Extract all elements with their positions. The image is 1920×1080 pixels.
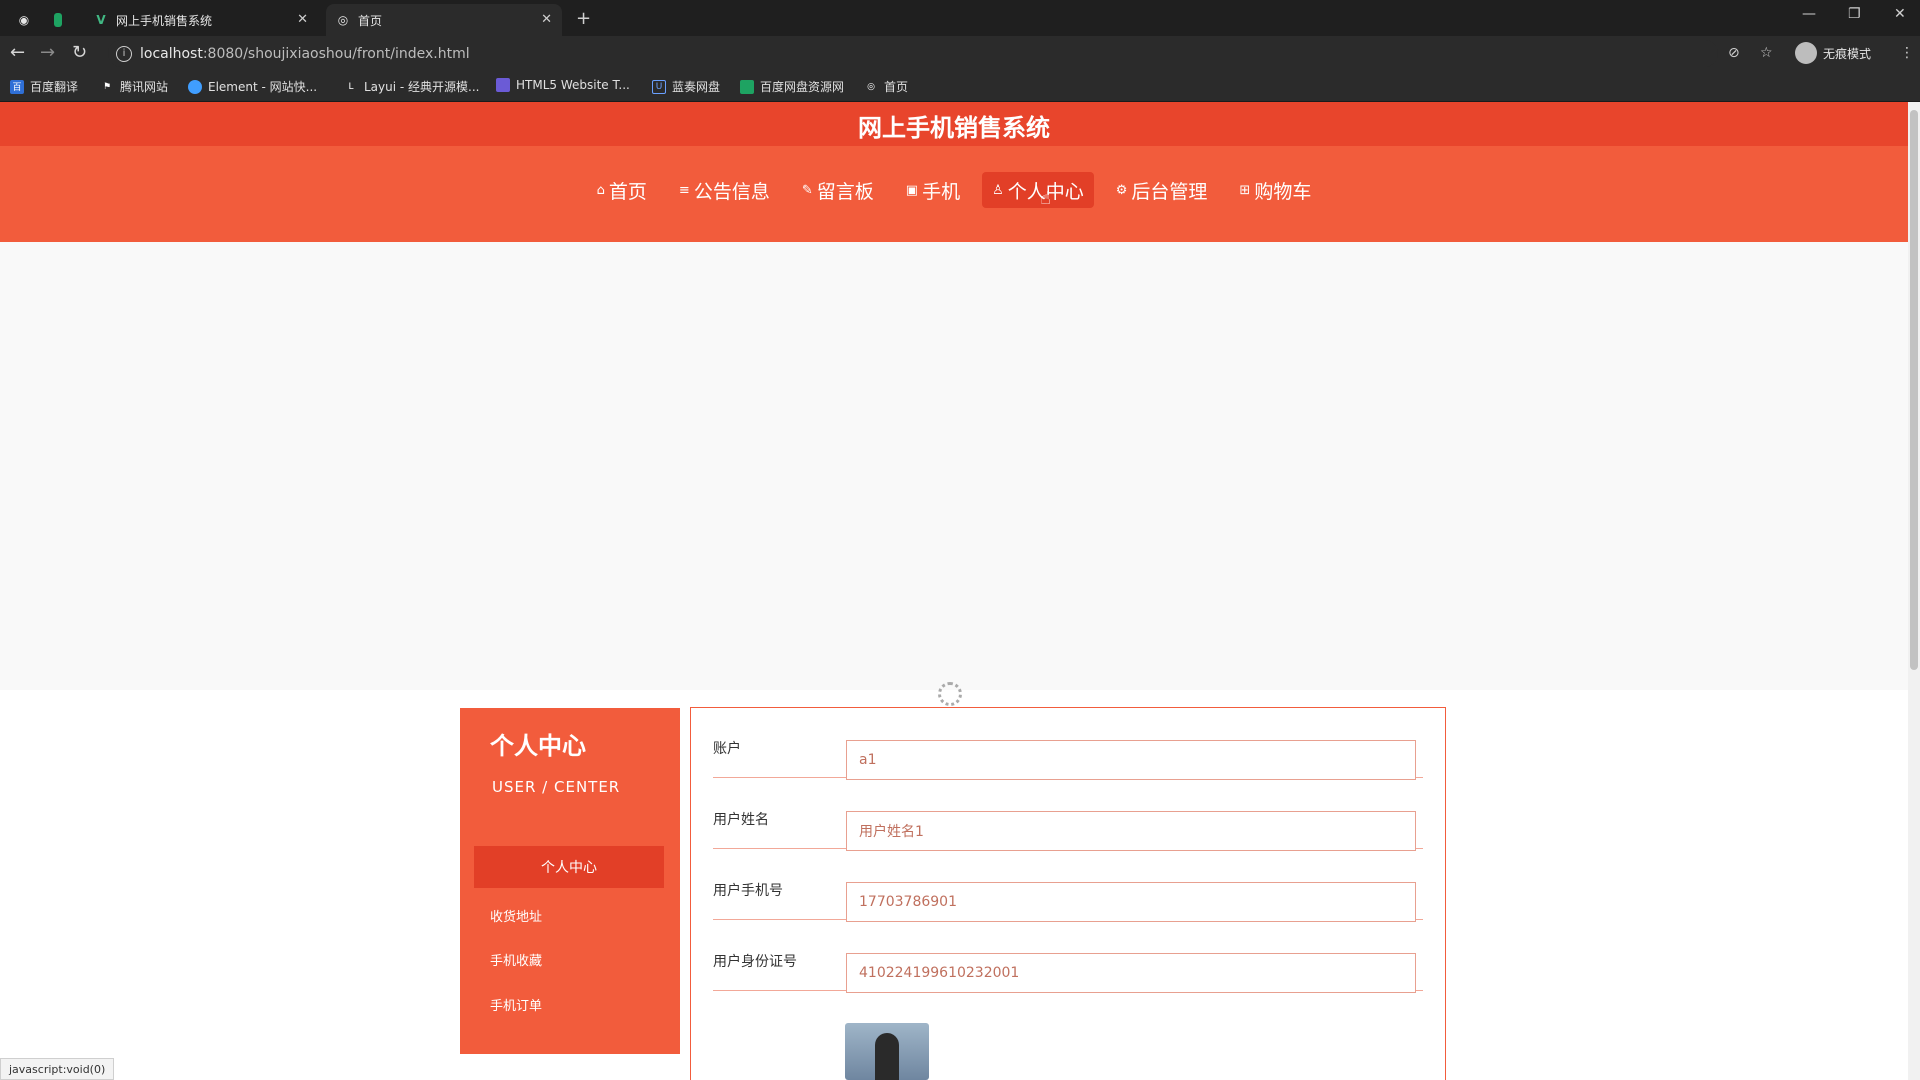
status-bar: javascript:void(0) [0,1058,115,1080]
bookmark-item[interactable]: U 蓝奏网盘 [652,78,720,95]
tab-system[interactable]: V 网上手机销售系统 ✕ [84,4,318,36]
form-row-account: 账户 [713,708,1423,780]
nav-user-center[interactable]: ♙ 个人中心 [982,172,1094,208]
globe-icon: ◎ [867,81,875,92]
profile-form: 账户 用户姓名 用户手机号 用户身份证号 [690,707,1446,1080]
main-nav: ⌂ 首页 ≡ 公告信息 ✎ 留言板 ▣ 手机 ♙ 个人中心 ⚙ 后台管理 ⊞ 购物车 [0,172,1908,208]
id-card-label: 用户身份证号 [713,954,797,970]
forward-icon[interactable]: → [40,42,55,63]
form-row-id-card: 用户身份证号 [713,921,1423,993]
user-icon: ♙ [992,182,1004,198]
account-label: 账户 [713,741,741,757]
nav-message-board[interactable]: ✎ 留言板 [792,172,884,208]
profile-label: 无痕模式 [1823,46,1872,61]
site-info-icon[interactable]: i [116,45,132,62]
browser-menu-icon[interactable]: ◉ [8,4,48,36]
list-icon: ≡ [678,182,690,198]
page-scrollbar[interactable] [1908,102,1920,1080]
star-icon[interactable]: ☆ [1760,45,1773,61]
sidebar-item-favorites[interactable]: 手机收藏 [490,950,542,969]
user-center-sidebar: 个人中心 USER / CENTER 个人中心 收货地址 手机收藏 手机订单 [460,708,680,1054]
close-tab-icon[interactable]: ✕ [541,12,552,27]
sidebar-title: 个人中心 [490,732,586,760]
scrollbar-thumb[interactable] [1910,110,1918,670]
avatar-figure [875,1033,899,1080]
minimize-icon[interactable]: — [1802,6,1816,22]
cart-icon: ⊞ [1239,182,1251,198]
home-icon: ⌂ [596,182,605,198]
phone-icon: ▣ [905,182,919,198]
mouse-pointer-icon: ☝ [1040,188,1051,209]
site-header: 网上手机销售系统 ⌂ 首页 ≡ 公告信息 ✎ 留言板 ▣ 手机 ♙ 个人中心 ⚙ 后台管理 … [0,102,1908,242]
incognito-icon [1795,42,1817,64]
tab-title: 网上手机销售系统 [116,13,213,28]
sheet-icon [740,79,754,94]
phone-label: 用户手机号 [713,883,783,899]
form-row-phone: 用户手机号 [713,850,1423,922]
bookmark-item[interactable]: ⚑ 腾讯网站 [100,78,168,95]
phone-field[interactable] [846,882,1416,922]
cloud-icon: U [652,79,666,94]
bookmark-item[interactable]: HTML5 Website T... [496,78,630,92]
layui-icon: L [348,81,354,92]
address-bar[interactable]: i localhost:8080/shoujixiaoshou/front/in… [108,40,1718,67]
restore-icon[interactable]: ❐ [1848,6,1861,22]
back-icon[interactable]: ← [10,42,25,63]
nav-notice[interactable]: ≡ 公告信息 [669,172,780,208]
browser-tab-strip: ◉ V 网上手机销售系统 ✕ ◎ 首页 ✕ + — ❐ ✕ [0,0,1920,36]
bookmark-item[interactable]: 百百度翻译 [10,78,78,95]
sidebar-item-orders[interactable]: 手机订单 [490,995,542,1014]
element-icon [188,79,202,94]
flag-icon: ⚑ [102,81,112,92]
account-field[interactable] [846,740,1416,780]
eye-off-icon[interactable]: ⊘ [1728,45,1740,61]
sidebar-subtitle: USER / CENTER [492,778,621,796]
nav-cart[interactable]: ⊞ 购物车 [1229,172,1321,208]
gear-icon: ⚙ [1115,182,1128,198]
loading-spinner-icon [938,682,962,706]
edit-icon: ✎ [801,182,813,198]
nav-home[interactable]: ⌂ 首页 [587,172,657,208]
bookmarks-bar: 百百度翻译 ⚑ 腾讯网站 Element - 网站快... L Layui - 经典… [0,70,1920,102]
tab-home[interactable]: ◎ 首页 ✕ [326,4,562,36]
bookmark-item[interactable]: Element - 网站快... [188,78,317,95]
nav-admin[interactable]: ⚙ 后台管理 [1106,172,1218,208]
tab-title: 首页 [358,13,383,28]
reload-icon[interactable]: ↻ [72,42,87,63]
incognito-profile[interactable]: 无痕模式 [1795,42,1871,64]
more-menu-icon[interactable]: ⋮ [1900,45,1914,61]
bookmark-item[interactable]: L Layui - 经典开源模... [344,78,479,95]
bookmark-icon: 百 [10,79,24,94]
id-card-field[interactable] [846,953,1416,993]
site-title: 网上手机销售系统 [858,114,1050,142]
avatar-image[interactable] [845,1023,929,1080]
chrome-icon: ◉ [18,13,30,27]
bookmark-item[interactable]: ◎ 首页 [864,78,908,95]
pinned-tab-icon [54,13,62,27]
banner-area [0,242,1908,706]
name-label: 用户姓名 [713,812,769,828]
html5-icon [496,78,510,92]
globe-icon: ◎ [337,13,349,27]
bookmark-item[interactable]: 百度网盘资源网 [740,78,844,95]
pinned-tab[interactable] [44,4,80,36]
new-tab-icon[interactable]: + [576,8,591,29]
name-field[interactable] [846,811,1416,851]
sidebar-item-address[interactable]: 收货地址 [490,906,542,925]
close-tab-icon[interactable]: ✕ [297,12,308,27]
vue-icon: V [96,13,106,27]
form-row-name: 用户姓名 [713,779,1423,851]
nav-phones[interactable]: ▣ 手机 [896,172,970,208]
url-text: localhost:8080/shoujixiaoshou/front/inde… [140,45,470,62]
close-window-icon[interactable]: ✕ [1894,6,1906,22]
browser-toolbar: ← → ↻ i localhost:8080/shoujixiaoshou/fr… [0,36,1920,70]
sidebar-item-user-center[interactable]: 个人中心 [474,846,664,888]
